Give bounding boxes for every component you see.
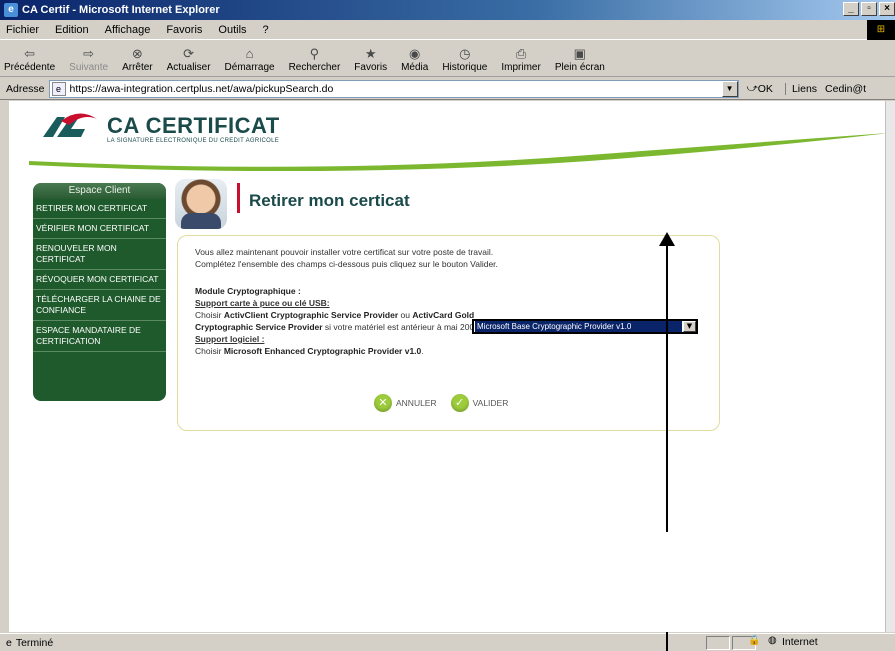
- globe-icon: ◍: [768, 635, 777, 646]
- back-icon: ⇦: [24, 46, 36, 61]
- menu-help[interactable]: ?: [263, 24, 269, 36]
- address-label: Adresse: [6, 82, 45, 95]
- window-title: CA Certif - Microsoft Internet Explorer: [22, 4, 220, 16]
- favorites-button[interactable]: ★ Favoris: [354, 46, 387, 73]
- csp-select[interactable]: Microsoft Base Cryptographic Provider v1…: [472, 319, 698, 334]
- menu-affichage[interactable]: Affichage: [105, 24, 151, 36]
- usb-heading: Support carte à puce ou clé USB:: [195, 298, 330, 308]
- sidebar-item-revoquer[interactable]: RÉVOQUER MON CERTIFICAT: [33, 270, 166, 290]
- module-label: Module Cryptographique :: [195, 286, 301, 296]
- page-title: Retirer mon certicat: [249, 191, 410, 210]
- forward-button[interactable]: ⇨ Suivante: [69, 46, 108, 73]
- annotation-arrow-tail: [666, 632, 668, 651]
- page-content: CA CERTIFICAT LA SIGNATURE ELECTRONIQUE …: [9, 101, 885, 632]
- address-dropdown-button[interactable]: ▼: [721, 80, 738, 97]
- refresh-icon: ⟳: [183, 46, 195, 61]
- home-button[interactable]: ⌂ Démarrage: [225, 46, 275, 73]
- zone-text: Internet: [782, 636, 818, 648]
- csp-select-value: Microsoft Base Cryptographic Provider v1…: [475, 321, 682, 332]
- media-icon: ◉: [409, 46, 421, 61]
- chevron-down-icon[interactable]: ▼: [683, 321, 696, 332]
- maximize-button[interactable]: ▫: [861, 2, 877, 16]
- address-input[interactable]: e https://awa-integration.certplus.net/a…: [48, 79, 739, 98]
- search-icon: ⚲: [309, 46, 320, 61]
- back-button[interactable]: ⇦ Précédente: [4, 46, 55, 73]
- minimize-button[interactable]: _: [843, 2, 859, 16]
- fullscreen-icon: ▣: [573, 46, 586, 61]
- address-url: https://awa-integration.certplus.net/awa…: [69, 82, 334, 95]
- history-button[interactable]: ◷ Historique: [442, 46, 487, 73]
- menu-bar: Fichier Edition Affichage Favoris Outils…: [0, 20, 895, 40]
- search-button[interactable]: ⚲ Rechercher: [289, 46, 341, 73]
- menu-edition[interactable]: Edition: [55, 24, 89, 36]
- cancel-icon: ✕: [374, 394, 392, 412]
- sidebar-item-verifier[interactable]: VÉRIFIER MON CERTIFICAT: [33, 219, 166, 239]
- form-actions: ✕ ANNULER ✓ VALIDER: [374, 394, 508, 412]
- print-button[interactable]: ⎙ Imprimer: [501, 46, 540, 73]
- menu-fichier[interactable]: Fichier: [6, 24, 39, 36]
- links-button[interactable]: Liens: [784, 82, 817, 95]
- vertical-scrollbar[interactable]: [885, 101, 895, 632]
- stop-icon: ⊗: [131, 46, 143, 61]
- history-icon: ◷: [459, 46, 471, 61]
- title-bar: e CA Certif - Microsoft Internet Explore…: [0, 0, 895, 20]
- user-photo: [175, 179, 227, 229]
- lock-icon: 🔒: [748, 635, 761, 646]
- title-accent-bar: [237, 183, 240, 213]
- toolbar: ⇦ Précédente ⇨ Suivante ⊗ Arrêter ⟳ Actualis…: [0, 41, 895, 77]
- windows-logo-icon: ⊞: [867, 20, 895, 40]
- cancel-button[interactable]: ✕ ANNULER: [374, 394, 437, 412]
- stop-button[interactable]: ⊗ Arrêter: [122, 46, 153, 73]
- home-icon: ⌂: [245, 46, 254, 61]
- page-icon: e: [51, 81, 66, 96]
- address-bar: Adresse e https://awa-integration.certpl…: [0, 78, 895, 100]
- favorites-icon: ★: [364, 46, 377, 61]
- check-icon: ✓: [450, 394, 469, 412]
- close-button[interactable]: ×: [879, 2, 895, 16]
- sidebar: Espace Client RETIRER MON CERTIFICAT VÉR…: [33, 183, 166, 401]
- validate-button[interactable]: ✓ VALIDER: [450, 394, 508, 412]
- forward-icon: ⇨: [83, 46, 95, 61]
- menu-outils[interactable]: Outils: [218, 24, 246, 36]
- intro-text: Vous allez maintenant pouvoir installer …: [195, 247, 498, 269]
- status-page-icon: e: [6, 636, 12, 649]
- green-swoosh: [29, 133, 885, 171]
- go-icon: ⤻: [746, 82, 758, 94]
- sidebar-heading: Espace Client: [33, 183, 166, 199]
- go-button[interactable]: ⤻ OK: [747, 82, 773, 95]
- media-button[interactable]: ◉ Média: [401, 46, 428, 73]
- software-heading: Support logiciel :: [195, 334, 265, 344]
- ie-icon: e: [4, 3, 18, 17]
- print-icon: ⎙: [515, 46, 527, 61]
- sidebar-item-telecharger[interactable]: TÉLÉCHARGER LA CHAINE DE CONFIANCE: [33, 290, 166, 321]
- status-bar: e Terminé 🔒 ◍ Internet: [0, 633, 895, 651]
- status-text: Terminé: [15, 636, 54, 649]
- browser-window: e CA Certif - Microsoft Internet Explore…: [0, 0, 895, 651]
- annotation-arrow-line: [666, 244, 668, 532]
- fullscreen-button[interactable]: ▣ Plein écran: [555, 46, 605, 73]
- module-section: Module Cryptographique : Support carte à…: [195, 285, 485, 357]
- sidebar-item-retirer[interactable]: RETIRER MON CERTIFICAT: [33, 199, 166, 219]
- link-cedinat[interactable]: Cedin@t: [825, 83, 866, 95]
- menu-favoris[interactable]: Favoris: [166, 24, 202, 36]
- sidebar-item-renouveler[interactable]: RENOUVELER MON CERTIFICAT: [33, 239, 166, 270]
- sidebar-item-mandataire[interactable]: ESPACE MANDATAIRE DE CERTIFICATION: [33, 321, 166, 352]
- refresh-button[interactable]: ⟳ Actualiser: [167, 46, 211, 73]
